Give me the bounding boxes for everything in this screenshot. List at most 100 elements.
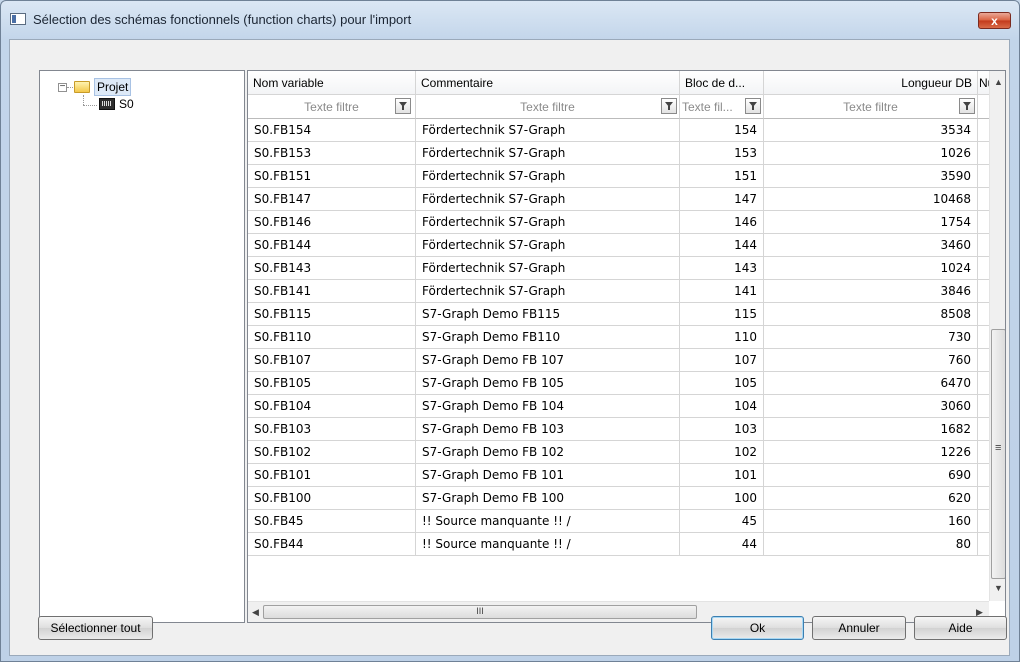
tree-item-s0[interactable]: S0: [119, 97, 134, 111]
column-header-nom-variable[interactable]: Nom variable: [248, 71, 416, 95]
cell-bloc: 105: [680, 372, 764, 395]
table-row[interactable]: S0.FB100 S7-Graph Demo FB 100 100 620: [248, 487, 991, 510]
cancel-button[interactable]: Annuler: [812, 616, 906, 640]
cell-longueur-db: 3534: [764, 119, 978, 142]
scroll-up-icon[interactable]: ▲: [994, 77, 1003, 87]
cell-commentaire: Fördertechnik S7-Graph: [416, 165, 680, 188]
project-tree[interactable]: − Projet S0: [39, 70, 245, 623]
vertical-scroll-thumb[interactable]: ≡: [991, 329, 1005, 579]
cell-nom-variable: S0.FB141: [248, 280, 416, 303]
table-row[interactable]: S0.FB104 S7-Graph Demo FB 104 104 3060: [248, 395, 991, 418]
cell-longueur-db: 3590: [764, 165, 978, 188]
cell-commentaire: S7-Graph Demo FB 107: [416, 349, 680, 372]
cell-bloc: 144: [680, 234, 764, 257]
cell-longueur-db: 3846: [764, 280, 978, 303]
filter-nom-variable[interactable]: Texte filtre: [248, 95, 416, 119]
cell-bloc: 147: [680, 188, 764, 211]
cell-nom-variable: S0.FB101: [248, 464, 416, 487]
scroll-left-icon[interactable]: ◀: [252, 607, 259, 618]
cell-bloc: 151: [680, 165, 764, 188]
filter-longueur-db[interactable]: Texte filtre: [764, 95, 978, 119]
table-row[interactable]: S0.FB151 Fördertechnik S7-Graph 151 3590: [248, 165, 991, 188]
tree-item-projet[interactable]: Projet: [94, 78, 132, 96]
column-header-bloc[interactable]: Bloc de d...: [680, 71, 764, 95]
table-row[interactable]: S0.FB102 S7-Graph Demo FB 102 102 1226: [248, 441, 991, 464]
cell-nom-variable: S0.FB105: [248, 372, 416, 395]
cell-commentaire: S7-Graph Demo FB 100: [416, 487, 680, 510]
table-row[interactable]: S0.FB141 Fördertechnik S7-Graph 141 3846: [248, 280, 991, 303]
cell-longueur-db: 620: [764, 487, 978, 510]
cell-bloc: 146: [680, 211, 764, 234]
cell-commentaire: Fördertechnik S7-Graph: [416, 119, 680, 142]
dialog-client-area: − Projet S0 Nom variable Commentaire Blo…: [9, 39, 1010, 656]
table-row[interactable]: S0.FB115 S7-Graph Demo FB115 115 8508: [248, 303, 991, 326]
table-row[interactable]: S0.FB101 S7-Graph Demo FB 101 101 690: [248, 464, 991, 487]
table-row[interactable]: S0.FB143 Fördertechnik S7-Graph 143 1024: [248, 257, 991, 280]
folder-icon: [74, 81, 90, 93]
cell-nom-variable: S0.FB100: [248, 487, 416, 510]
table-row[interactable]: S0.FB147 Fördertechnik S7-Graph 147 10468: [248, 188, 991, 211]
table-row[interactable]: S0.FB110 S7-Graph Demo FB110 110 730: [248, 326, 991, 349]
ok-button[interactable]: Ok: [711, 616, 804, 640]
cell-bloc: 153: [680, 142, 764, 165]
cell-bloc: 100: [680, 487, 764, 510]
grip-icon: III: [476, 606, 484, 616]
cell-bloc: 115: [680, 303, 764, 326]
function-charts-grid[interactable]: Nom variable Commentaire Bloc de d... Lo…: [247, 70, 1006, 623]
filter-icon[interactable]: [661, 98, 677, 114]
table-row[interactable]: S0.FB153 Fördertechnik S7-Graph 153 1026: [248, 142, 991, 165]
table-row[interactable]: S0.FB146 Fördertechnik S7-Graph 146 1754: [248, 211, 991, 234]
cell-commentaire: Fördertechnik S7-Graph: [416, 142, 680, 165]
cell-bloc: 101: [680, 464, 764, 487]
cell-nom-variable: S0.FB110: [248, 326, 416, 349]
window-title: Sélection des schémas fonctionnels (func…: [33, 12, 412, 27]
table-row[interactable]: S0.FB107 S7-Graph Demo FB 107 107 760: [248, 349, 991, 372]
cell-bloc: 143: [680, 257, 764, 280]
cell-bloc: 102: [680, 441, 764, 464]
table-row[interactable]: S0.FB154 Fördertechnik S7-Graph 154 3534: [248, 119, 991, 142]
column-header-longueur-db[interactable]: Longueur DB: [764, 71, 978, 95]
help-button[interactable]: Aide: [914, 616, 1007, 640]
cell-commentaire: S7-Graph Demo FB110: [416, 326, 680, 349]
horizontal-scroll-thumb[interactable]: III: [263, 605, 697, 619]
cell-longueur-db: 160: [764, 510, 978, 533]
cell-commentaire: Fördertechnik S7-Graph: [416, 211, 680, 234]
cell-commentaire: S7-Graph Demo FB 101: [416, 464, 680, 487]
filter-icon[interactable]: [959, 98, 975, 114]
cell-longueur-db: 10468: [764, 188, 978, 211]
title-bar[interactable]: Sélection des schémas fonctionnels (func…: [1, 1, 1019, 39]
filter-nom-variable-placeholder: Texte filtre: [304, 100, 359, 114]
cell-commentaire: S7-Graph Demo FB 103: [416, 418, 680, 441]
filter-bloc-placeholder: Texte fil...: [682, 100, 733, 114]
filter-bloc[interactable]: Texte fil...: [680, 95, 764, 119]
cell-commentaire: Fördertechnik S7-Graph: [416, 257, 680, 280]
cell-longueur-db: 760: [764, 349, 978, 372]
filter-icon[interactable]: [395, 98, 411, 114]
cell-nom-variable: S0.FB147: [248, 188, 416, 211]
cell-commentaire: S7-Graph Demo FB 105: [416, 372, 680, 395]
collapse-icon[interactable]: −: [58, 82, 67, 92]
cell-nom-variable: S0.FB151: [248, 165, 416, 188]
table-row[interactable]: S0.FB105 S7-Graph Demo FB 105 105 6470: [248, 372, 991, 395]
cell-longueur-db: 6470: [764, 372, 978, 395]
filter-commentaire[interactable]: Texte filtre: [416, 95, 680, 119]
tree-connector: [83, 105, 97, 106]
cell-nom-variable: S0.FB115: [248, 303, 416, 326]
table-row[interactable]: S0.FB144 Fördertechnik S7-Graph 144 3460: [248, 234, 991, 257]
filter-commentaire-placeholder: Texte filtre: [520, 100, 575, 114]
table-row[interactable]: S0.FB44!! Source manquante !! /44 80: [248, 533, 991, 556]
table-row[interactable]: S0.FB45!! Source manquante !! /45 160: [248, 510, 991, 533]
vertical-scrollbar[interactable]: ▲ ≡ ▼: [989, 71, 1005, 601]
cell-nom-variable: S0.FB107: [248, 349, 416, 372]
cell-nom-variable: S0.FB143: [248, 257, 416, 280]
select-all-button[interactable]: Sélectionner tout: [38, 616, 153, 640]
cell-longueur-db: 80: [764, 533, 978, 556]
filter-icon[interactable]: [745, 98, 761, 114]
column-header-commentaire[interactable]: Commentaire: [416, 71, 680, 95]
close-button[interactable]: x: [978, 12, 1011, 29]
table-row[interactable]: S0.FB103 S7-Graph Demo FB 103 103 1682: [248, 418, 991, 441]
scroll-down-icon[interactable]: ▼: [994, 583, 1003, 593]
cell-nom-variable: S0.FB144: [248, 234, 416, 257]
cell-longueur-db: 8508: [764, 303, 978, 326]
window-icon: [10, 13, 26, 25]
